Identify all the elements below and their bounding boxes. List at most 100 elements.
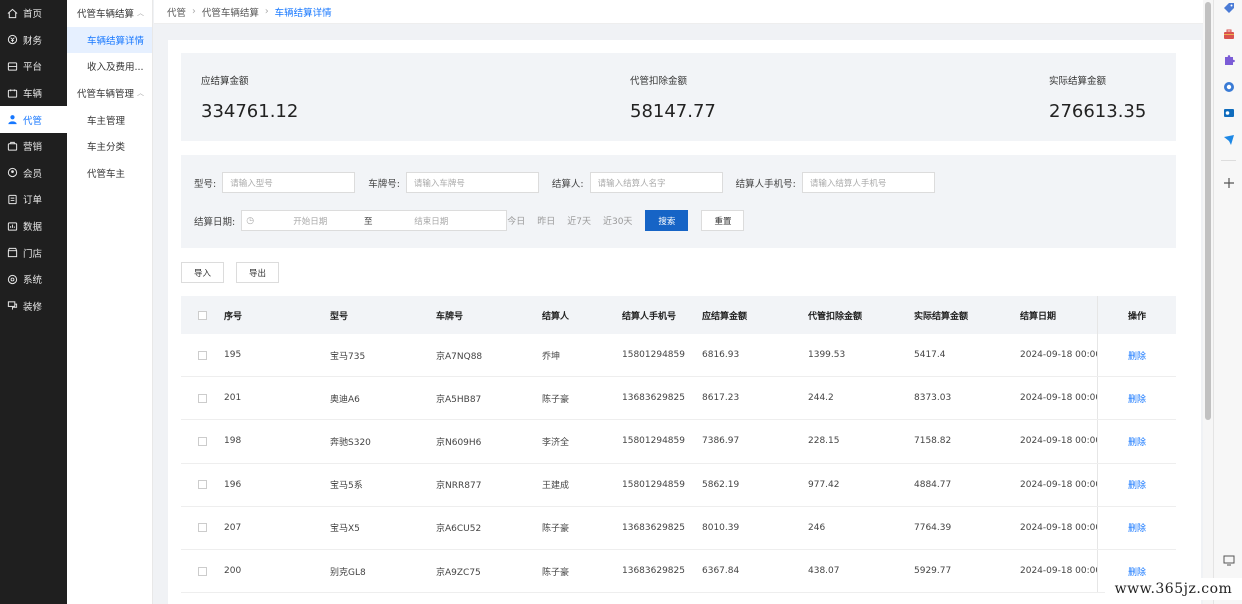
nav-item-label: 装修 bbox=[23, 301, 43, 313]
cell-settler: 陈子豪 bbox=[542, 567, 570, 578]
cell-id: 201 bbox=[224, 393, 242, 404]
cell-due: 7386.97 bbox=[702, 436, 740, 447]
row-checkbox[interactable] bbox=[198, 436, 207, 446]
delete-link[interactable]: 删除 bbox=[1128, 392, 1146, 405]
delete-link[interactable]: 删除 bbox=[1128, 565, 1146, 578]
nav-item-owner-category[interactable]: 车主分类 bbox=[67, 133, 152, 160]
nav-item-system[interactable]: 系统 bbox=[0, 266, 67, 293]
nav-item-vehicle[interactable]: 车辆 bbox=[0, 80, 67, 107]
nav-item-managed-owner[interactable]: 代管车主 bbox=[67, 160, 152, 187]
row-select-cell bbox=[181, 393, 224, 403]
decoration-icon bbox=[6, 300, 18, 312]
nav-item-member[interactable]: 会员 bbox=[0, 160, 67, 187]
phone-input[interactable]: 请输入结算人手机号 bbox=[801, 172, 935, 193]
send-icon[interactable] bbox=[1222, 133, 1235, 146]
row-actions: 删除 bbox=[1097, 420, 1176, 463]
finance-icon bbox=[6, 34, 18, 46]
quick-yesterday[interactable]: 昨日 bbox=[537, 214, 555, 227]
filter-row-2: 结算日期: ◷ 开始日期 至 结束日期 今日 昨日 近7天 近30天 搜索 重置 bbox=[194, 210, 745, 231]
row-checkbox[interactable] bbox=[198, 350, 207, 360]
plus-icon[interactable] bbox=[1222, 176, 1235, 189]
row-checkbox[interactable] bbox=[198, 393, 207, 403]
stat-due: 应结算金额 334761.12 bbox=[201, 73, 298, 122]
row-checkbox[interactable] bbox=[198, 480, 207, 490]
select-all-checkbox[interactable] bbox=[198, 310, 207, 320]
cell-due: 6816.93 bbox=[702, 350, 740, 361]
delete-link[interactable]: 删除 bbox=[1128, 349, 1146, 362]
toolbox-icon[interactable] bbox=[1222, 27, 1235, 40]
date-range-picker[interactable]: ◷ 开始日期 至 结束日期 bbox=[241, 210, 508, 231]
nav-group-management[interactable]: 代管车辆管理 ︿ bbox=[67, 80, 152, 107]
cell-phone: 15801294859 bbox=[622, 436, 685, 447]
store-icon bbox=[6, 247, 18, 259]
breadcrumb-item[interactable]: 代管 bbox=[167, 5, 186, 19]
quick-7days[interactable]: 近7天 bbox=[567, 214, 591, 227]
table-row: 207 宝马X5 京A6CU52 陈子豪 13683629825 8010.39 246 77… bbox=[181, 506, 1176, 550]
row-select-cell bbox=[181, 350, 224, 360]
date-start-input[interactable]: 开始日期 bbox=[260, 215, 360, 227]
column-header: 型号 bbox=[330, 311, 349, 322]
reset-button[interactable]: 重置 bbox=[701, 210, 745, 231]
delete-link[interactable]: 删除 bbox=[1128, 435, 1146, 448]
nav-item-platform[interactable]: 平台 bbox=[0, 53, 67, 80]
nav-item-order[interactable]: 订单 bbox=[0, 186, 67, 213]
cell-phone: 15801294859 bbox=[622, 350, 685, 361]
nav-item-decoration[interactable]: 装修 bbox=[0, 293, 67, 320]
nav-item-marketing[interactable]: 营销 bbox=[0, 133, 67, 160]
quick-30days[interactable]: 近30天 bbox=[603, 214, 632, 227]
table-row: 198 奔驰S320 京N609H6 李济全 15801294859 7386.97 228… bbox=[181, 420, 1176, 464]
export-button[interactable]: 导出 bbox=[236, 262, 280, 283]
row-select-cell bbox=[181, 523, 224, 533]
scrollbar-thumb[interactable] bbox=[1205, 2, 1211, 420]
row-checkbox[interactable] bbox=[198, 523, 207, 533]
cell-date: 2024-09-18 00:00:00 bbox=[1020, 393, 1106, 404]
nav-item-user[interactable]: 代管 bbox=[0, 106, 67, 133]
stat-actual: 实际结算金额 276613.35 bbox=[1049, 73, 1146, 122]
nav-item-home[interactable]: 首页 bbox=[0, 0, 67, 27]
import-button[interactable]: 导入 bbox=[181, 262, 225, 283]
cell-model: 宝马X5 bbox=[330, 524, 360, 535]
stat-value: 58147.77 bbox=[630, 101, 716, 122]
nav-item-income-expense[interactable]: 收入及费用... bbox=[67, 53, 152, 80]
model-input[interactable]: 请输入型号 bbox=[222, 172, 356, 193]
m365-icon[interactable] bbox=[1222, 80, 1235, 93]
nav-item-label: 数据 bbox=[23, 222, 43, 234]
delete-link[interactable]: 删除 bbox=[1128, 521, 1146, 534]
chevron-up-icon: ︿ bbox=[137, 89, 145, 98]
breadcrumb-item[interactable]: 代管车辆结算 bbox=[202, 5, 259, 19]
nav-item-finance[interactable]: 财务 bbox=[0, 27, 67, 54]
search-button[interactable]: 搜索 bbox=[645, 210, 689, 231]
outlook-icon[interactable] bbox=[1222, 106, 1235, 119]
nav-group-settlement[interactable]: 代管车辆结算 ︿ bbox=[67, 0, 152, 27]
table-row: 195 宝马735 京A7NQ88 乔坤 15801294859 6816.93 1399.… bbox=[181, 334, 1176, 378]
screenshot-icon[interactable] bbox=[1222, 553, 1235, 566]
nav-item-settlement-detail[interactable]: 车辆结算详情 bbox=[67, 26, 152, 54]
settler-input[interactable]: 请输入结算人名字 bbox=[589, 172, 723, 193]
tag-icon[interactable] bbox=[1222, 1, 1235, 14]
column-header: 应结算金额 bbox=[702, 311, 748, 322]
row-select-cell bbox=[181, 436, 224, 446]
nav-item-data[interactable]: 数据 bbox=[0, 213, 67, 240]
row-actions: 删除 bbox=[1097, 506, 1176, 549]
cell-id: 196 bbox=[224, 479, 242, 490]
browser-side-panel bbox=[1213, 0, 1242, 604]
column-header: 实际结算金额 bbox=[914, 311, 969, 322]
nav-item-store[interactable]: 门店 bbox=[0, 239, 67, 266]
cell-actual: 5929.77 bbox=[914, 566, 952, 577]
table-row: 200 别克GL8 京A9ZC75 陈子豪 13683629825 6367.84 438.… bbox=[181, 549, 1176, 594]
nav-item-owner-management[interactable]: 车主管理 bbox=[67, 106, 152, 133]
nav-item-label: 系统 bbox=[23, 275, 43, 287]
plate-input[interactable]: 请输入车牌号 bbox=[405, 172, 539, 193]
delete-link[interactable]: 删除 bbox=[1128, 478, 1146, 491]
quick-today[interactable]: 今日 bbox=[507, 214, 525, 227]
nav-group-label: 代管车辆管理 bbox=[77, 89, 135, 101]
cell-plate: 京A5HB87 bbox=[436, 394, 482, 405]
date-end-input[interactable]: 结束日期 bbox=[376, 215, 486, 227]
cell-deduct: 244.2 bbox=[808, 393, 834, 404]
order-icon bbox=[6, 193, 18, 205]
puzzle-icon[interactable] bbox=[1222, 53, 1235, 66]
page-scrollbar[interactable] bbox=[1203, 0, 1213, 604]
row-checkbox[interactable] bbox=[198, 566, 207, 576]
row-select-cell bbox=[181, 566, 224, 576]
primary-sidebar: 首页 财务 平台 车辆 代管 营销 会员 订单数据门店系统装修 bbox=[0, 0, 67, 604]
